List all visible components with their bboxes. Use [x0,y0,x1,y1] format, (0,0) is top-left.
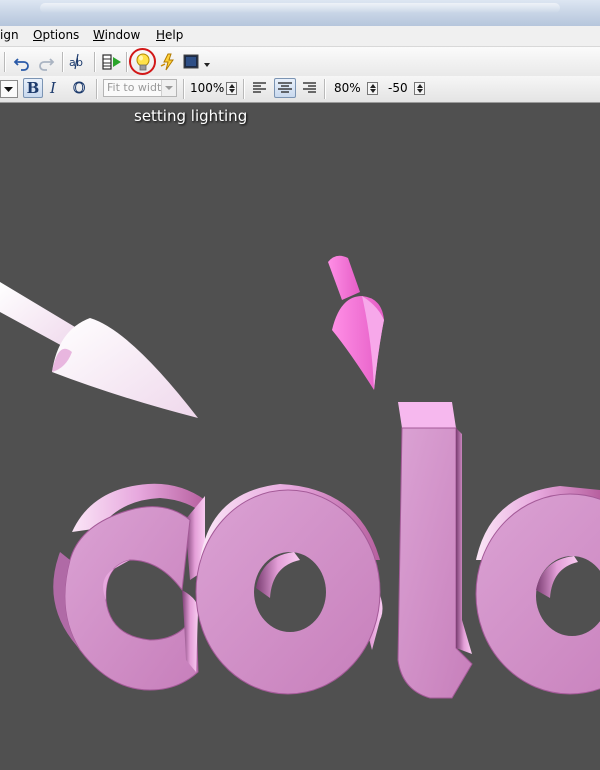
toolbar-separator [324,79,325,99]
menu-window[interactable]: Window [93,28,140,42]
menu-options[interactable]: Options [33,28,79,42]
bold-button[interactable]: B [23,78,43,98]
fit-dropdown-value: Fit to width [107,81,169,94]
pink-arrow-shape [328,255,384,390]
letter-o-3d-cropped [475,486,600,695]
toolbar-separator [183,79,184,99]
chevron-down-icon [161,80,176,96]
undo-icon[interactable] [13,53,31,71]
toolbar-separator [243,79,244,99]
lighting-effects-icon[interactable] [159,52,177,72]
formatting-toolbar [0,76,600,103]
window-title-bar [0,0,600,26]
title-bar-shine [40,3,560,13]
fit-to-width-dropdown[interactable]: Fit to width [103,79,177,97]
toolbar-separator [96,79,97,99]
intensity-spinner[interactable] [367,82,378,95]
letter-c-3d [53,483,205,691]
white-arrow-shape [0,282,198,418]
toolbar-separator [126,52,127,72]
menu-bar: ign Options Window Help [0,26,600,47]
align-left-icon[interactable] [252,80,268,96]
italic-button[interactable]: I [50,78,64,98]
outline-button[interactable]: O [73,78,89,98]
frame-icon[interactable] [182,53,200,71]
menu-help-mnemonic: H [156,28,166,42]
align-right-icon[interactable] [301,80,317,96]
letter-o-3d [195,484,383,695]
standard-toolbar: a b [0,47,600,77]
3d-text-artwork [0,255,600,699]
chevron-down-icon[interactable] [203,61,211,69]
menu-design[interactable]: ign [0,28,19,42]
menu-window-mnemonic: W [93,28,105,42]
zoom-value[interactable]: 100% [190,81,224,95]
align-center-icon [278,82,292,93]
font-dropdown-button[interactable] [0,80,18,98]
redo-icon[interactable] [38,53,56,71]
depth-spinner[interactable] [414,82,425,95]
highlight-circle [129,48,156,75]
chevron-down-icon [4,87,13,92]
animation-play-icon[interactable] [101,52,123,72]
letter-l-3d [397,402,473,699]
intensity-value[interactable]: 80% [334,81,361,95]
menu-options-mnemonic: O [33,28,43,42]
depth-value[interactable]: -50 [388,81,408,95]
menu-help[interactable]: Help [156,28,183,42]
zoom-spinner[interactable] [226,82,237,95]
spell-check-icon[interactable]: a b [69,53,89,71]
toolbar-separator [94,52,95,72]
svg-text:a: a [69,56,76,69]
align-center-button[interactable] [274,78,296,98]
toolbar-separator [4,52,5,72]
toolbar-separator [62,52,63,72]
